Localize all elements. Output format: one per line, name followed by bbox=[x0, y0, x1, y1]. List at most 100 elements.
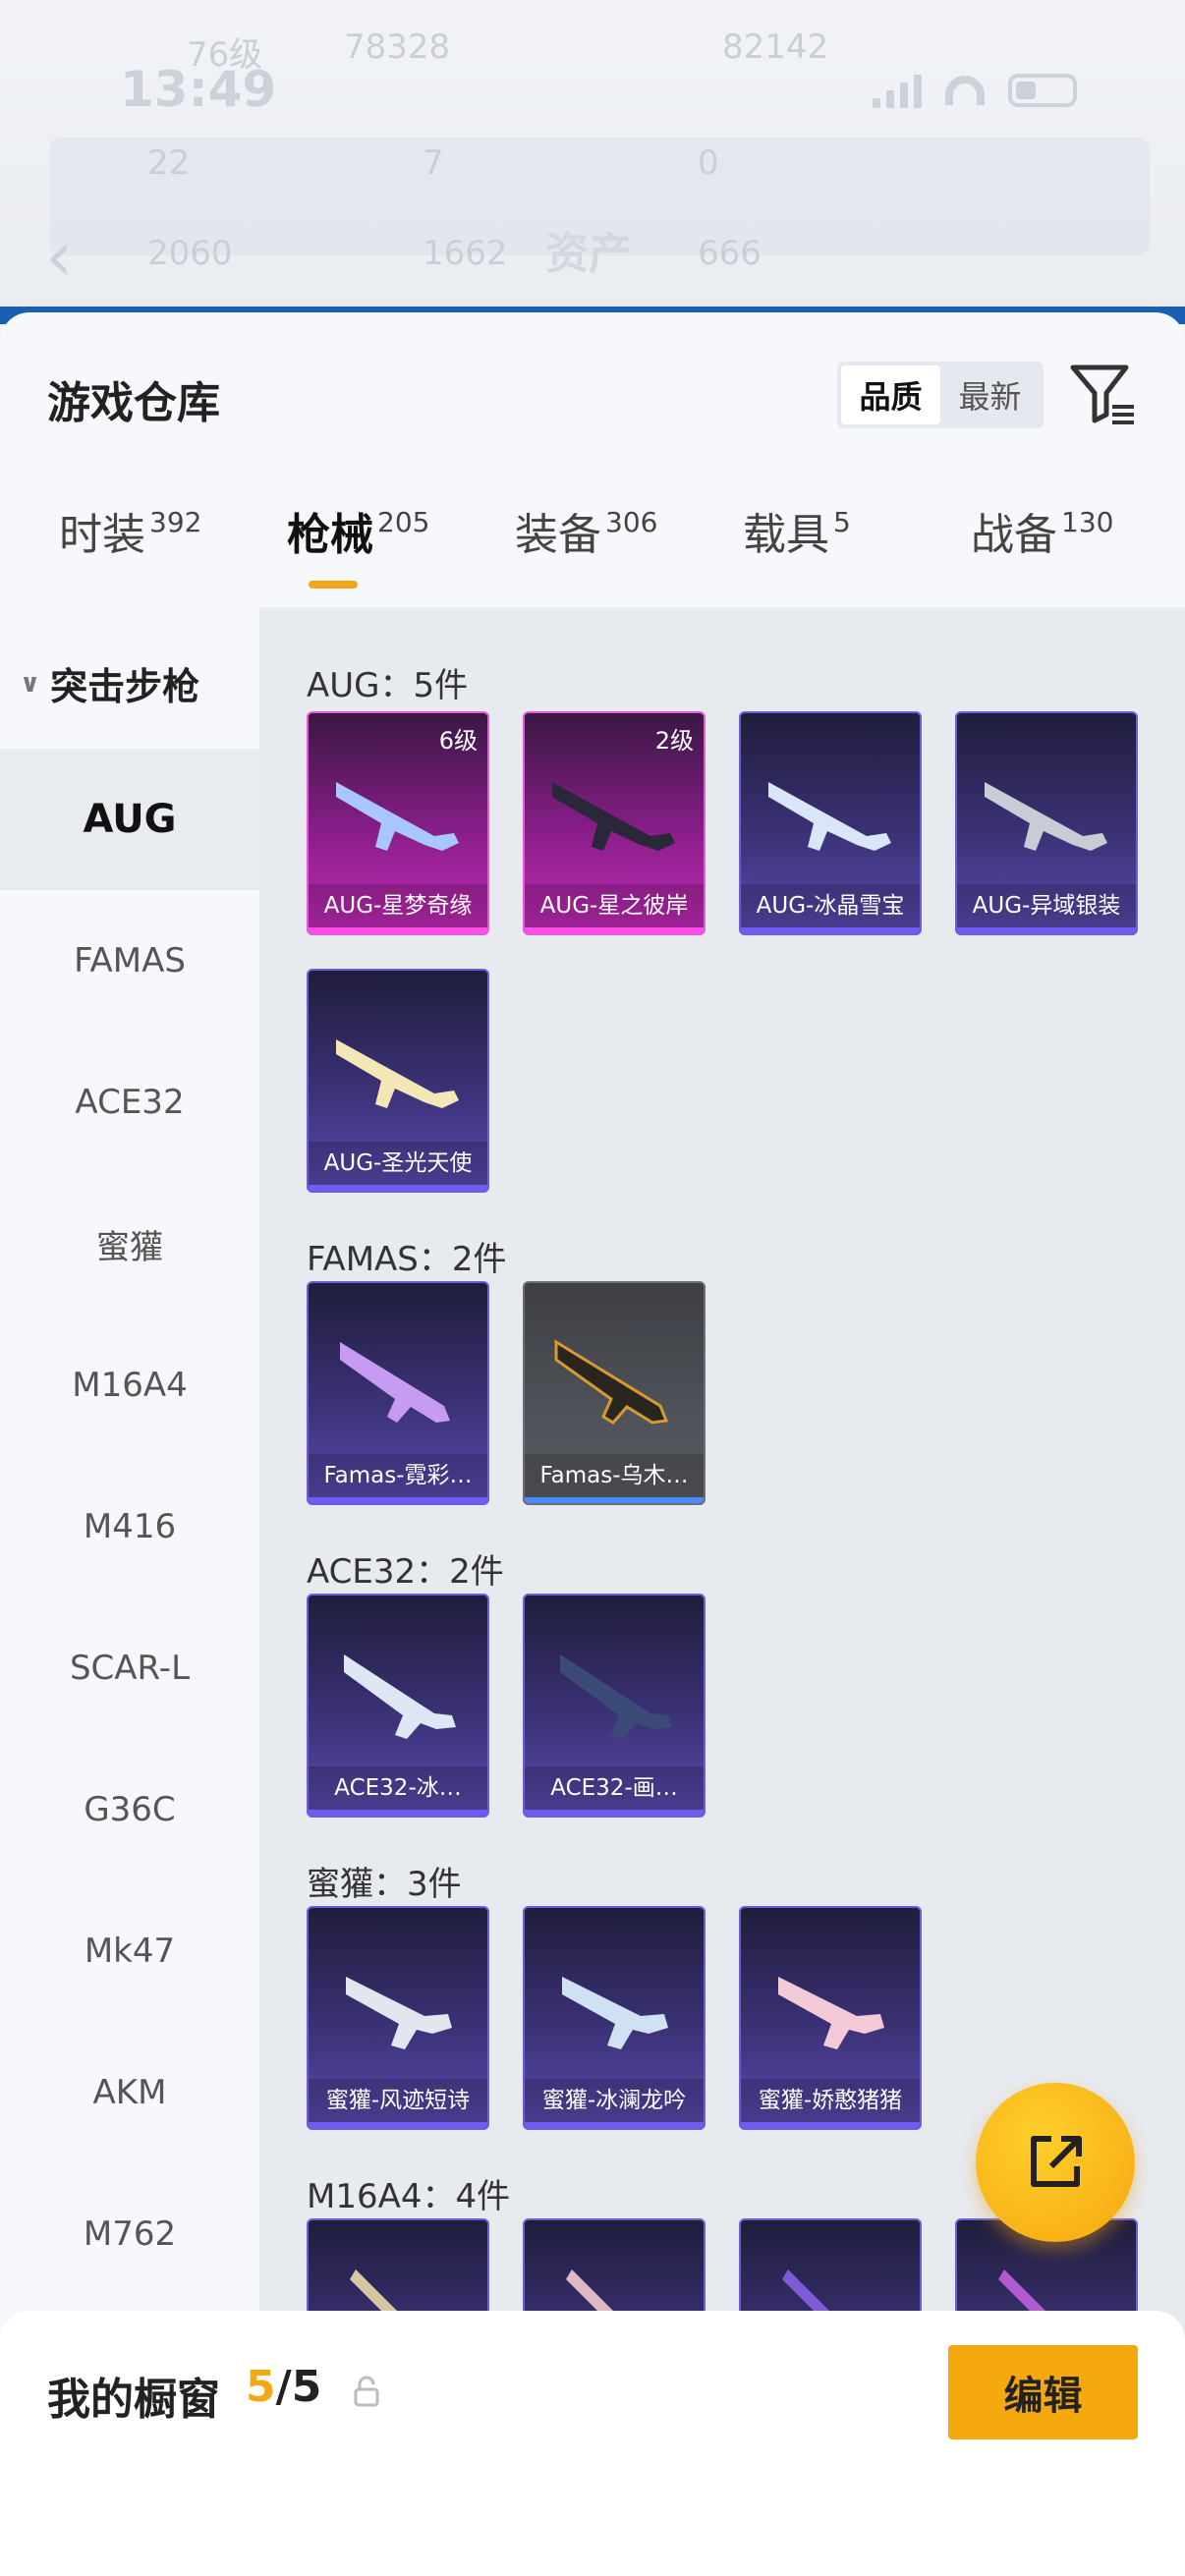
skin-name: 蜜獾-冰澜龙吟 bbox=[525, 2079, 704, 2122]
skin-name: AUG-星之彼岸 bbox=[525, 884, 704, 927]
skin-grid: AUG：5件 6级 AUG-星梦奇缘 2级 AUG-星之彼岸 AUG-冰晶雪宝 … bbox=[259, 607, 1185, 2576]
background-header: 13:49 76级 78328 82142 22 7 0 ‹ 2060 1662… bbox=[0, 0, 1185, 324]
skin-name: AUG-星梦奇缘 bbox=[309, 884, 487, 927]
skin-name: 蜜獾-娇憨猪猪 bbox=[741, 2079, 920, 2122]
status-icons bbox=[873, 73, 1077, 108]
wifi-icon bbox=[945, 76, 985, 105]
faint-value: 22 bbox=[147, 143, 191, 183]
showcase-bar: 我的橱窗 5/5 编辑 bbox=[0, 2311, 1185, 2576]
skin-card[interactable]: AUG-冰晶雪宝 bbox=[739, 711, 922, 935]
faint-value: 82142 bbox=[722, 28, 829, 67]
tab-fashion[interactable]: 时装 392 bbox=[59, 499, 201, 562]
weapon-item-m416[interactable]: M416 bbox=[0, 1456, 259, 1597]
rifle-icon bbox=[768, 782, 891, 851]
rarity-bar bbox=[525, 1497, 704, 1503]
group-title-m16a4: M16A4：4件 bbox=[307, 2177, 511, 2216]
sheet-title: 游戏仓库 bbox=[47, 378, 220, 428]
tab-combat-gear[interactable]: 战备 130 bbox=[971, 499, 1113, 562]
rarity-bar bbox=[957, 927, 1136, 933]
rarity-bar bbox=[309, 1810, 487, 1816]
skin-card[interactable]: 蜜獾-冰澜龙吟 bbox=[523, 1906, 705, 2130]
tab-firearms[interactable]: 枪械 205 bbox=[287, 499, 429, 562]
rarity-bar bbox=[309, 2122, 487, 2128]
weapon-item-m16a4[interactable]: M16A4 bbox=[0, 1315, 259, 1456]
lock-icon bbox=[354, 2376, 379, 2407]
weapon-item-m762[interactable]: M762 bbox=[0, 2163, 259, 2305]
weapon-item-honey-badger[interactable]: 蜜獾 bbox=[0, 1173, 259, 1315]
warehouse-sheet: 游戏仓库 品质 最新 时装 392 枪械 205 装备 306 载具 5 战备 130 ∨… bbox=[0, 312, 1185, 2576]
weapon-item-mk47[interactable]: Mk47 bbox=[0, 1880, 259, 2022]
weapon-item-famas[interactable]: FAMAS bbox=[0, 890, 259, 1032]
rifle-icon bbox=[346, 1977, 452, 2049]
category-header[interactable]: ∨ 突击步枪 bbox=[20, 656, 199, 710]
faint-value: 1662 bbox=[423, 234, 508, 273]
skin-card[interactable]: AUG-圣光天使 bbox=[307, 969, 489, 1193]
skin-card[interactable]: 2级 AUG-星之彼岸 bbox=[523, 711, 705, 935]
sort-option-newest[interactable]: 最新 bbox=[940, 365, 1040, 424]
category-title: 突击步枪 bbox=[50, 665, 200, 708]
skin-card[interactable]: ACE32-画… bbox=[523, 1594, 705, 1818]
rifle-icon bbox=[336, 782, 459, 851]
share-button[interactable] bbox=[976, 2083, 1135, 2242]
weapon-item-ace32[interactable]: ACE32 bbox=[0, 1032, 259, 1173]
skin-name: ACE32-画… bbox=[525, 1766, 704, 1810]
rifle-icon bbox=[554, 1339, 669, 1425]
skin-card[interactable]: Famas-霓彩… bbox=[307, 1281, 489, 1505]
signal-icon bbox=[873, 73, 922, 108]
rifle-icon bbox=[778, 1977, 884, 2049]
skin-name: Famas-霓彩… bbox=[309, 1454, 487, 1497]
skin-name: AUG-异域银装 bbox=[957, 884, 1136, 927]
battery-icon bbox=[1008, 74, 1077, 107]
weapon-category-list: ∨ 突击步枪 AUG FAMAS ACE32 蜜獾 M16A4 M416 SCA… bbox=[0, 607, 259, 2576]
skin-card[interactable]: Famas-乌木… bbox=[523, 1281, 705, 1505]
faint-value: 0 bbox=[698, 143, 719, 183]
weapon-item-g36c[interactable]: G36C bbox=[0, 1739, 259, 1880]
skin-card[interactable]: 蜜獾-娇憨猪猪 bbox=[739, 1906, 922, 2130]
skin-name: AUG-圣光天使 bbox=[309, 1142, 487, 1185]
showcase-count: 5/5 bbox=[246, 2362, 322, 2412]
group-title-honey-badger: 蜜獾：3件 bbox=[307, 1865, 462, 1904]
rarity-bar bbox=[309, 1497, 487, 1503]
rifle-icon bbox=[552, 782, 675, 851]
faint-value: 2060 bbox=[147, 234, 233, 273]
share-external-icon bbox=[1031, 2136, 1082, 2187]
rifle-icon bbox=[340, 1342, 450, 1423]
filter-icon[interactable] bbox=[1069, 360, 1138, 428]
rifle-icon bbox=[344, 1654, 456, 1739]
rifle-icon bbox=[336, 1039, 459, 1108]
rarity-bar bbox=[525, 927, 704, 933]
chevron-down-icon: ∨ bbox=[20, 668, 41, 699]
group-title-aug: AUG：5件 bbox=[307, 666, 469, 705]
weapon-item-akm[interactable]: AKM bbox=[0, 2022, 259, 2163]
faint-value: 7 bbox=[423, 143, 444, 183]
skin-card[interactable]: 蜜獾-风迹短诗 bbox=[307, 1906, 489, 2130]
showcase-label: 我的橱窗 bbox=[47, 2375, 220, 2425]
rarity-bar bbox=[741, 927, 920, 933]
skin-card[interactable]: ACE32-冰… bbox=[307, 1594, 489, 1818]
skin-name: Famas-乌木… bbox=[525, 1454, 704, 1497]
faint-level: 76级 bbox=[187, 35, 263, 75]
rifle-icon bbox=[560, 1654, 672, 1739]
edit-button[interactable]: 编辑 bbox=[948, 2345, 1138, 2439]
active-tab-indicator bbox=[309, 581, 358, 588]
rarity-bar bbox=[525, 1810, 704, 1816]
weapon-item-aug[interactable]: AUG bbox=[0, 749, 259, 890]
skin-card[interactable]: 6级 AUG-星梦奇缘 bbox=[307, 711, 489, 935]
back-arrow-icon[interactable]: ‹ bbox=[45, 216, 73, 297]
faint-value: 666 bbox=[698, 234, 762, 273]
weapon-item-scar-l[interactable]: SCAR-L bbox=[0, 1597, 259, 1739]
category-tabs: 时装 392 枪械 205 装备 306 载具 5 战备 130 bbox=[0, 499, 1185, 607]
faint-value: 78328 bbox=[344, 28, 451, 67]
skin-name: ACE32-冰… bbox=[309, 1766, 487, 1810]
rarity-bar bbox=[309, 927, 487, 933]
tab-vehicles[interactable]: 载具 5 bbox=[743, 499, 851, 562]
skin-card[interactable]: AUG-异域银装 bbox=[955, 711, 1138, 935]
sort-option-quality[interactable]: 品质 bbox=[841, 365, 940, 424]
tab-equipment[interactable]: 装备 306 bbox=[515, 499, 657, 562]
rifle-icon bbox=[985, 782, 1107, 851]
rifle-icon bbox=[562, 1977, 668, 2049]
rarity-bar bbox=[741, 2122, 920, 2128]
sort-toggle: 品质 最新 bbox=[837, 362, 1044, 428]
group-title-ace32: ACE32：2件 bbox=[307, 1552, 504, 1592]
skin-name: AUG-冰晶雪宝 bbox=[741, 884, 920, 927]
